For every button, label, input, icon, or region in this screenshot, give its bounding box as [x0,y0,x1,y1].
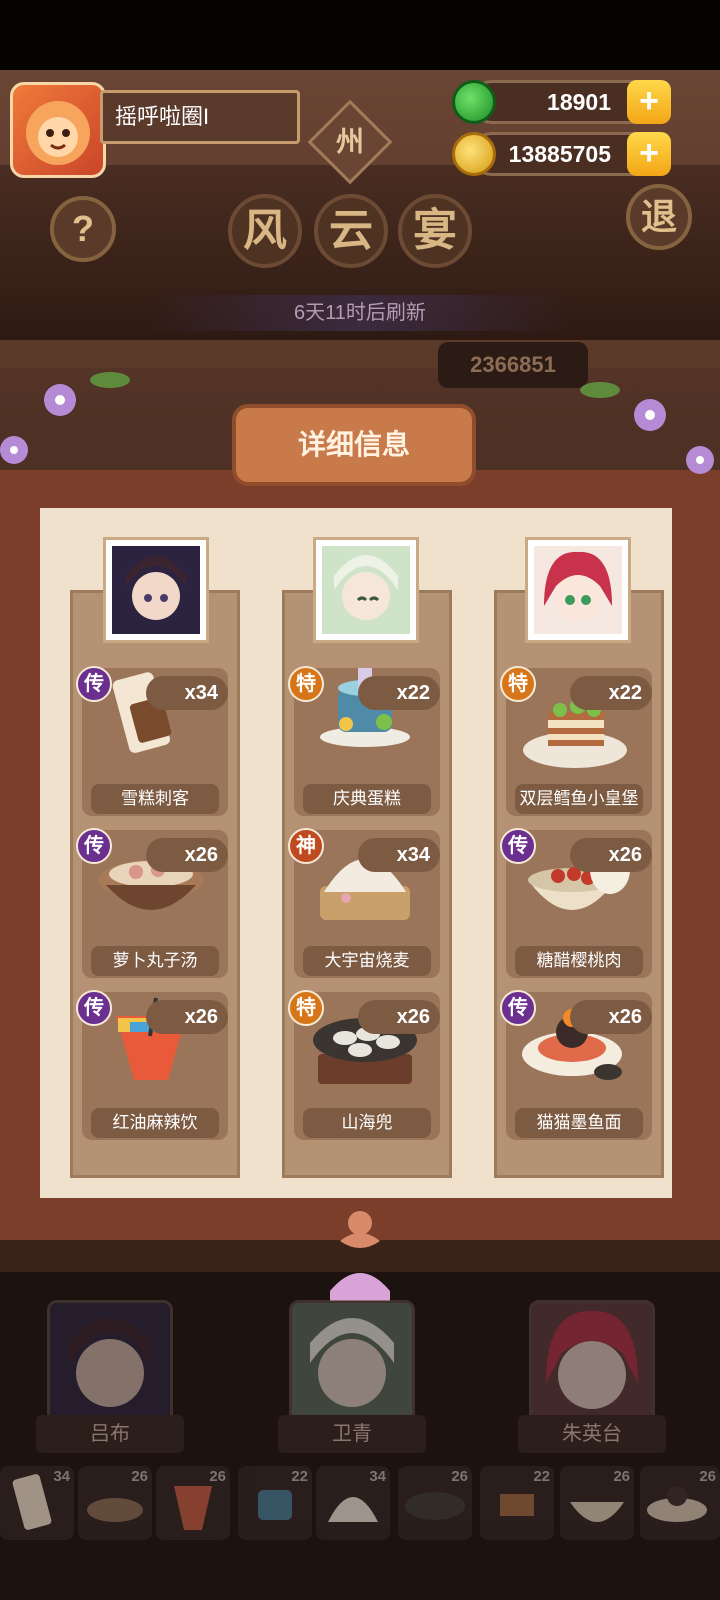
character-tile-weiqing[interactable] [289,1300,415,1430]
grade-badge: 特 [500,666,536,702]
grade-badge: 神 [288,828,324,864]
flower-decoration-left [0,372,130,464]
dish-name: 糖醋樱桃肉 [515,946,643,976]
dish-slot[interactable]: 26 [398,1466,472,1540]
grade-badge: 传 [76,666,112,702]
dish-name: 雪糕刺客 [91,784,219,814]
weiqing-avatar-icon [292,1303,412,1427]
zhuyingtai-portrait-icon [534,546,622,634]
player-name[interactable]: 摇呼啦圈I [100,90,300,144]
character-label: 吕布 [36,1415,184,1453]
lvbu-portrait-icon [112,546,200,634]
dish-name: 庆典蛋糕 [303,784,431,814]
flower-decoration-right [580,382,714,474]
slot-count: 34 [369,1468,386,1485]
add-jade-button[interactable]: + [627,80,671,124]
dish-count: x22 [358,676,440,710]
exit-button[interactable]: 退 [626,184,692,250]
dish-slot[interactable]: 22 [238,1466,312,1540]
dish-name: 红油麻辣饮 [91,1108,219,1138]
grade-badge: 特 [288,990,324,1026]
portrait-lvbu[interactable] [106,540,206,640]
slot-count: 34 [53,1468,70,1485]
slot-count: 26 [613,1468,630,1485]
dish-slot[interactable]: 22 [480,1466,554,1540]
add-coins-button[interactable]: + [627,132,671,176]
region-sign-text: 州 [335,126,364,157]
dish-name: 山海兜 [303,1108,431,1138]
jade-icon [452,80,496,124]
title-char-1: 风 [228,194,302,268]
portrait-zhuyingtai[interactable] [528,540,628,640]
slot-count: 26 [451,1468,468,1485]
status-bar [0,0,720,70]
dish-slot[interactable]: 26 [640,1466,720,1540]
score-display: 2366851 [438,342,588,388]
lvbu-avatar-icon [50,1303,170,1427]
character-tile-zhuyingtai[interactable] [529,1300,655,1430]
dish-count: x26 [570,838,652,872]
player-avatar[interactable] [10,82,106,178]
dish-count: x26 [570,1000,652,1034]
character-tile-lvbu[interactable] [47,1300,173,1430]
help-button[interactable]: ? [50,196,116,262]
refresh-timer: 6天11时后刷新 [150,295,570,331]
dish-name: 双层鳕鱼小皇堡 [515,784,643,814]
detail-info-button[interactable]: 详细信息 [232,404,476,486]
grade-badge: 传 [76,990,112,1026]
slot-count: 22 [291,1468,308,1485]
portrait-weiqing[interactable] [316,540,416,640]
slot-count: 22 [533,1468,550,1485]
dish-count: x26 [146,838,228,872]
title-char-3: 宴 [398,194,472,268]
coin-icon [452,132,496,176]
avatar-icon [26,101,90,165]
grade-badge: 传 [76,828,112,864]
dish-name: 猫猫墨鱼面 [515,1108,643,1138]
tassel-decoration [330,1211,390,1301]
dish-name: 大宇宙烧麦 [303,946,431,976]
dish-slot[interactable]: 26 [78,1466,152,1540]
dish-slot[interactable]: 26 [156,1466,230,1540]
grade-badge: 传 [500,990,536,1026]
weiqing-portrait-icon [322,546,410,634]
grade-badge: 传 [500,828,536,864]
dish-name: 萝卜丸子汤 [91,946,219,976]
character-label: 卫青 [278,1415,426,1453]
dish-count: x34 [146,676,228,710]
dish-slot[interactable]: 34 [0,1466,74,1540]
dish-count: x34 [358,838,440,872]
dish-count: x26 [358,1000,440,1034]
title-char-2: 云 [314,194,388,268]
dish-slot[interactable]: 26 [560,1466,634,1540]
slot-count: 26 [209,1468,226,1485]
dish-count: x22 [570,676,652,710]
slot-count: 26 [131,1468,148,1485]
dish-count: x26 [146,1000,228,1034]
dish-slot[interactable]: 34 [316,1466,390,1540]
zhuyingtai-avatar-icon [532,1303,652,1427]
character-label: 朱英台 [518,1415,666,1453]
grade-badge: 特 [288,666,324,702]
slot-count: 26 [699,1468,716,1485]
